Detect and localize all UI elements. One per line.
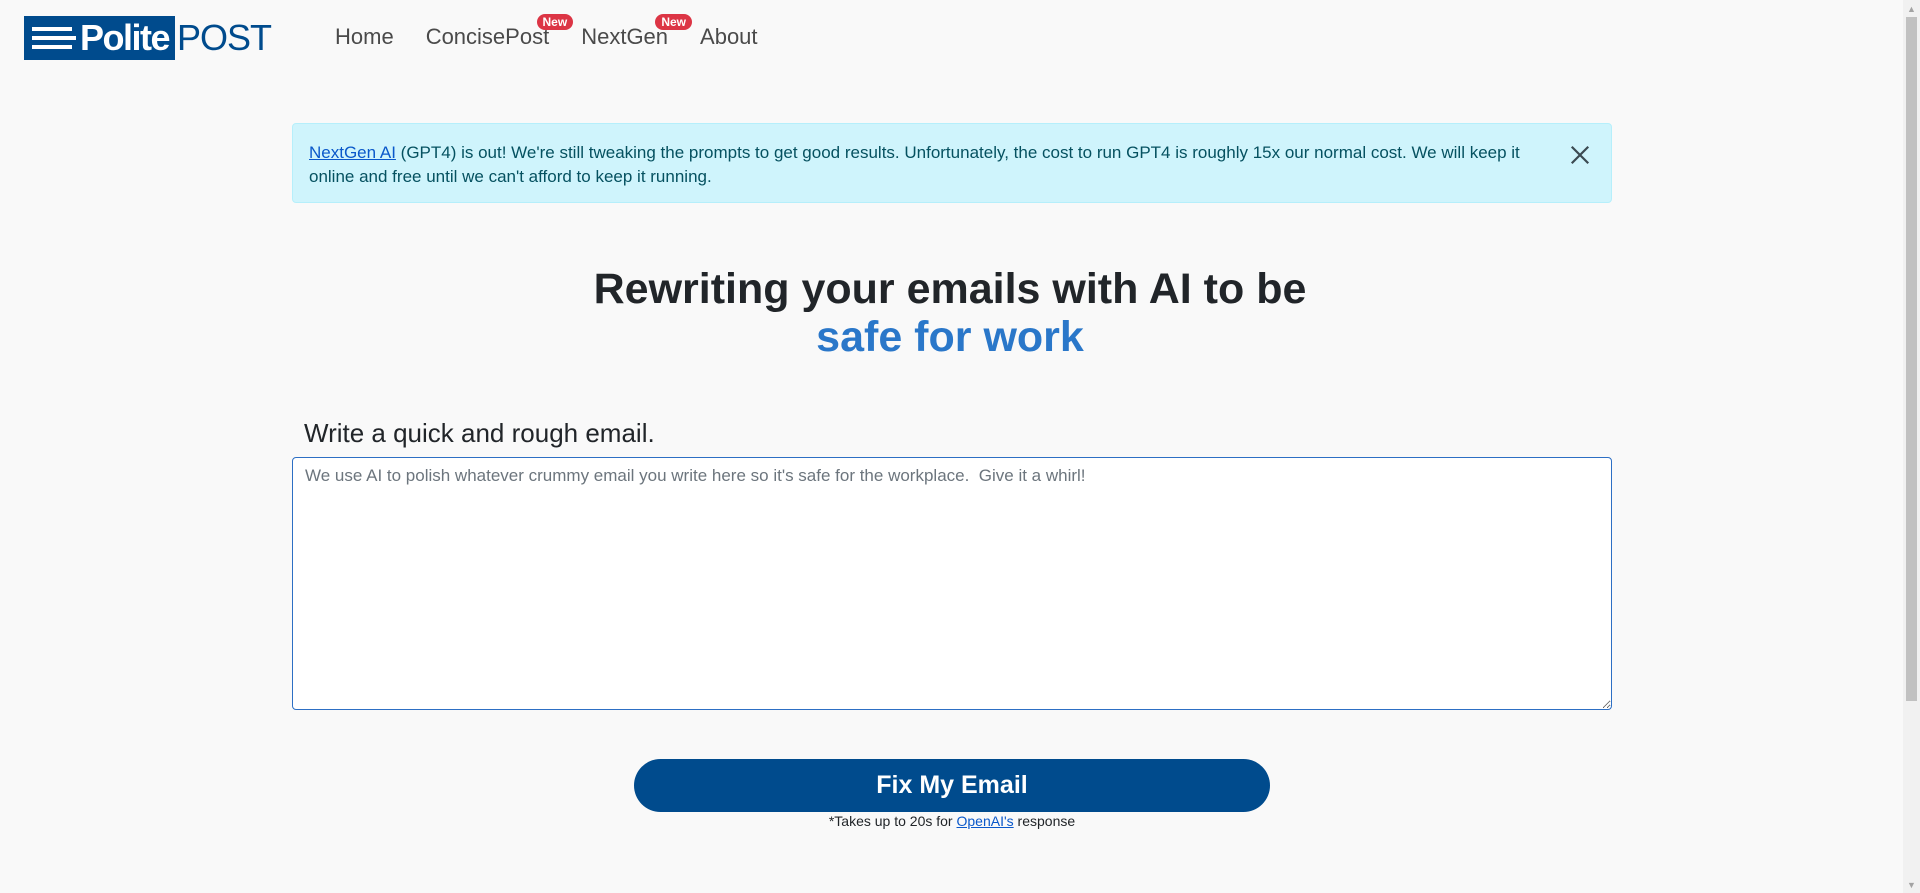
nav-concisepost[interactable]: ConcisePost New bbox=[425, 14, 574, 52]
logo-lines-icon bbox=[32, 27, 76, 49]
nav-about-label: About bbox=[700, 24, 758, 49]
nav-nextgen[interactable]: NextGen New bbox=[581, 14, 693, 52]
page: Polite POST Home ConcisePost New NextGen… bbox=[0, 0, 1920, 893]
scrollbar-thumb[interactable] bbox=[1906, 17, 1917, 701]
openai-link[interactable]: OpenAI's bbox=[957, 813, 1014, 829]
alert-text: (GPT4) is out! We're still tweaking the … bbox=[309, 143, 1520, 186]
note-suffix: response bbox=[1013, 813, 1076, 829]
logo-text-right: POST bbox=[175, 16, 274, 60]
nav-concisepost-label: ConcisePost bbox=[425, 24, 550, 49]
email-label: Write a quick and rough email. bbox=[304, 418, 655, 448]
note-prefix: *Takes up to 20s for bbox=[828, 813, 957, 829]
new-badge: New bbox=[536, 14, 574, 30]
alert-nextgen-link[interactable]: NextGen AI bbox=[309, 143, 396, 162]
nav-home-label: Home bbox=[335, 24, 394, 49]
new-badge: New bbox=[655, 14, 693, 30]
scroll-up-icon[interactable]: ▲ bbox=[1903, 0, 1920, 17]
nav-about[interactable]: About bbox=[700, 22, 758, 52]
response-time-note: *Takes up to 20s for OpenAI's response bbox=[0, 813, 1904, 829]
info-alert: NextGen AI (GPT4) is out! We're still tw… bbox=[292, 123, 1612, 203]
scroll-down-icon[interactable]: ▼ bbox=[1903, 876, 1920, 893]
close-icon bbox=[1570, 145, 1590, 165]
title-line-2: safe for work bbox=[816, 313, 1084, 361]
main-nav: Home ConcisePost New NextGen New About bbox=[335, 14, 790, 52]
page-scrollbar[interactable]: ▲ ▼ bbox=[1903, 0, 1920, 893]
logo-link[interactable]: Polite POST bbox=[24, 16, 274, 60]
nav-nextgen-label: NextGen bbox=[581, 24, 669, 49]
page-title: Rewriting your emails with AI to be safe… bbox=[0, 265, 1900, 361]
nav-home[interactable]: Home bbox=[335, 22, 394, 52]
email-textarea[interactable] bbox=[292, 457, 1612, 710]
fix-email-button[interactable]: Fix My Email bbox=[634, 759, 1270, 812]
logo-left: Polite bbox=[24, 16, 176, 60]
alert-close-button[interactable] bbox=[1569, 144, 1591, 166]
title-line-1: Rewriting your emails with AI to be bbox=[593, 265, 1307, 313]
logo-text-left: Polite bbox=[80, 17, 171, 58]
